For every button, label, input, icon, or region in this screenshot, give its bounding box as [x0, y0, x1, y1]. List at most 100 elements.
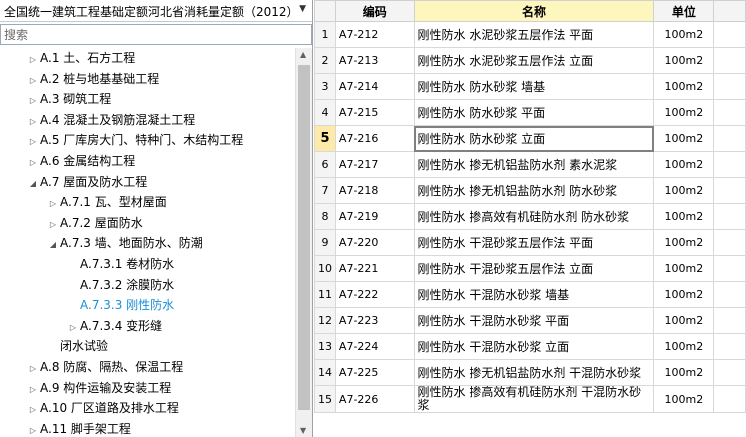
tree-node[interactable]: ▷ A.7.3.4 变形缝 — [66, 316, 162, 336]
row-index[interactable]: 13 — [314, 333, 336, 360]
tree-scrollbar[interactable]: ▲ ▼ — [295, 48, 312, 437]
row-index[interactable]: 7 — [314, 177, 336, 204]
unit-cell[interactable]: 100m2 — [653, 333, 715, 360]
code-cell[interactable]: A7-213 — [334, 47, 415, 74]
tree-node[interactable]: ▷ A.5 厂库房大门、特种门、木结构工程 — [26, 130, 243, 150]
name-cell[interactable]: 刚性防水 干混砂浆五层作法 立面 — [413, 255, 655, 282]
tree-node[interactable]: A.7.3.2 涂膜防水 — [66, 275, 174, 295]
code-cell[interactable]: A7-217 — [334, 151, 415, 178]
code-cell[interactable]: A7-224 — [334, 333, 415, 360]
row-index[interactable]: 1 — [314, 21, 336, 48]
chevron-down-icon[interactable]: ▼ — [299, 4, 306, 14]
unit-cell[interactable]: 100m2 — [653, 177, 715, 204]
table-row[interactable]: 10 A7-221 刚性防水 干混砂浆五层作法 立面 100m2 — [314, 255, 746, 282]
table-row[interactable]: 5 A7-216 刚性防水 防水砂浆 立面 100m2 — [314, 125, 746, 152]
unit-cell[interactable]: 100m2 — [653, 203, 715, 230]
tree-node[interactable]: ▷ A.1 土、石方工程 — [26, 48, 135, 68]
expand-triangle-icon[interactable]: ▷ — [26, 359, 40, 379]
unit-cell[interactable]: 100m2 — [653, 359, 715, 386]
code-cell[interactable]: A7-226 — [334, 385, 415, 413]
row-index[interactable]: 2 — [314, 47, 336, 74]
row-index[interactable]: 5 — [314, 125, 336, 152]
code-cell[interactable]: A7-223 — [334, 307, 415, 334]
table-row[interactable]: 3 A7-214 刚性防水 防水砂浆 墙基 100m2 — [314, 73, 746, 100]
name-cell[interactable]: 刚性防水 掺高效有机硅防水剂 防水砂浆 — [413, 203, 655, 230]
table-row[interactable]: 1 A7-212 刚性防水 水泥砂浆五层作法 平面 100m2 — [314, 21, 746, 48]
name-cell[interactable]: 刚性防水 干混砂浆五层作法 平面 — [413, 229, 655, 256]
unit-cell[interactable]: 100m2 — [653, 281, 715, 308]
expand-triangle-icon[interactable]: ▷ — [26, 91, 40, 111]
name-cell[interactable]: 刚性防水 水泥砂浆五层作法 平面 — [413, 21, 655, 48]
table-row[interactable]: 4 A7-215 刚性防水 防水砂浆 平面 100m2 — [314, 99, 746, 126]
tree-node[interactable]: ▷ A.11 脚手架工程 — [26, 419, 131, 437]
collapse-triangle-icon[interactable]: ◢ — [26, 174, 40, 194]
unit-cell[interactable]: 100m2 — [653, 255, 715, 282]
unit-cell[interactable]: 100m2 — [653, 73, 715, 100]
code-column-header[interactable]: 编码 — [334, 0, 415, 22]
unit-cell[interactable]: 100m2 — [653, 229, 715, 256]
tree-node[interactable]: ▷ A.7.1 瓦、型材屋面 — [46, 192, 167, 212]
row-index[interactable]: 12 — [314, 307, 336, 334]
tree-node[interactable]: ▷ A.2 桩与地基基础工程 — [26, 69, 159, 89]
expand-triangle-icon[interactable]: ▷ — [26, 132, 40, 152]
tree-node[interactable]: 闭水试验 — [46, 336, 108, 356]
name-cell[interactable]: 刚性防水 干混防水砂浆 墙基 — [413, 281, 655, 308]
row-index[interactable]: 11 — [314, 281, 336, 308]
tree-node[interactable]: ▷ A.6 金属结构工程 — [26, 151, 135, 171]
table-row[interactable]: 13 A7-224 刚性防水 干混防水砂浆 立面 100m2 — [314, 333, 746, 360]
row-index[interactable]: 6 — [314, 151, 336, 178]
collapse-triangle-icon[interactable]: ◢ — [46, 235, 60, 255]
row-index[interactable]: 14 — [314, 359, 336, 386]
tree-node[interactable]: ▷ A.3 砌筑工程 — [26, 89, 111, 109]
code-cell[interactable]: A7-221 — [334, 255, 415, 282]
expand-triangle-icon[interactable]: ▷ — [26, 421, 40, 437]
tree-node[interactable]: ▷ A.4 混凝土及钢筋混凝土工程 — [26, 110, 195, 130]
unit-cell[interactable]: 100m2 — [653, 151, 715, 178]
row-index[interactable]: 10 — [314, 255, 336, 282]
row-index[interactable]: 8 — [314, 203, 336, 230]
table-row[interactable]: 9 A7-220 刚性防水 干混砂浆五层作法 平面 100m2 — [314, 229, 746, 256]
tree-node[interactable]: A.7.3.3 刚性防水 — [66, 295, 174, 315]
name-cell[interactable]: 刚性防水 防水砂浆 立面 — [413, 125, 655, 152]
table-row[interactable]: 15 A7-226 刚性防水 掺高效有机硅防水剂 干混防水砂浆 100m2 — [314, 385, 746, 413]
row-index[interactable]: 4 — [314, 99, 336, 126]
unit-cell[interactable]: 100m2 — [653, 47, 715, 74]
table-row[interactable]: 11 A7-222 刚性防水 干混防水砂浆 墙基 100m2 — [314, 281, 746, 308]
tree-node[interactable]: ▷ A.8 防腐、隔热、保温工程 — [26, 357, 183, 377]
code-cell[interactable]: A7-212 — [334, 21, 415, 48]
tree-node[interactable]: ◢ A.7.3 墙、地面防水、防潮 — [46, 233, 203, 253]
scroll-down-icon[interactable]: ▼ — [300, 426, 306, 435]
unit-cell[interactable]: 100m2 — [653, 385, 715, 413]
code-cell[interactable]: A7-222 — [334, 281, 415, 308]
unit-cell[interactable]: 100m2 — [653, 307, 715, 334]
expand-triangle-icon[interactable]: ▷ — [46, 215, 60, 235]
name-cell[interactable]: 刚性防水 干混防水砂浆 平面 — [413, 307, 655, 334]
search-input[interactable] — [4, 26, 304, 43]
expand-triangle-icon[interactable]: ▷ — [26, 112, 40, 132]
unit-cell[interactable]: 100m2 — [653, 21, 715, 48]
name-cell[interactable]: 刚性防水 水泥砂浆五层作法 立面 — [413, 47, 655, 74]
code-cell[interactable]: A7-225 — [334, 359, 415, 386]
table-row[interactable]: 8 A7-219 刚性防水 掺高效有机硅防水剂 防水砂浆 100m2 — [314, 203, 746, 230]
unit-cell[interactable]: 100m2 — [653, 99, 715, 126]
code-cell[interactable]: A7-219 — [334, 203, 415, 230]
row-index[interactable]: 15 — [314, 385, 336, 413]
expand-triangle-icon[interactable]: ▷ — [26, 153, 40, 173]
table-row[interactable]: 14 A7-225 刚性防水 掺无机铝盐防水剂 干混防水砂浆 100m2 — [314, 359, 746, 386]
unit-cell[interactable]: 100m2 — [653, 125, 715, 152]
expand-triangle-icon[interactable]: ▷ — [66, 318, 80, 338]
tree-node[interactable]: ▷ A.9 构件运输及安装工程 — [26, 378, 171, 398]
code-cell[interactable]: A7-215 — [334, 99, 415, 126]
expand-triangle-icon[interactable]: ▷ — [26, 71, 40, 91]
quota-selector[interactable]: 全国统一建筑工程基础定额河北省消耗量定额（2012） ▼ — [0, 0, 312, 22]
table-row[interactable]: 2 A7-213 刚性防水 水泥砂浆五层作法 立面 100m2 — [314, 47, 746, 74]
name-cell[interactable]: 刚性防水 防水砂浆 墙基 — [413, 73, 655, 100]
table-row[interactable]: 6 A7-217 刚性防水 掺无机铝盐防水剂 素水泥浆 100m2 — [314, 151, 746, 178]
name-cell[interactable]: 刚性防水 掺无机铝盐防水剂 防水砂浆 — [413, 177, 655, 204]
tree-node[interactable]: A.7.3.1 卷材防水 — [66, 254, 174, 274]
table-row[interactable]: 7 A7-218 刚性防水 掺无机铝盐防水剂 防水砂浆 100m2 — [314, 177, 746, 204]
expand-triangle-icon[interactable]: ▷ — [46, 194, 60, 214]
tree-node[interactable]: ▷ A.10 厂区道路及排水工程 — [26, 398, 179, 418]
name-cell[interactable]: 刚性防水 掺高效有机硅防水剂 干混防水砂浆 — [413, 385, 655, 413]
name-cell[interactable]: 刚性防水 掺无机铝盐防水剂 干混防水砂浆 — [413, 359, 655, 386]
